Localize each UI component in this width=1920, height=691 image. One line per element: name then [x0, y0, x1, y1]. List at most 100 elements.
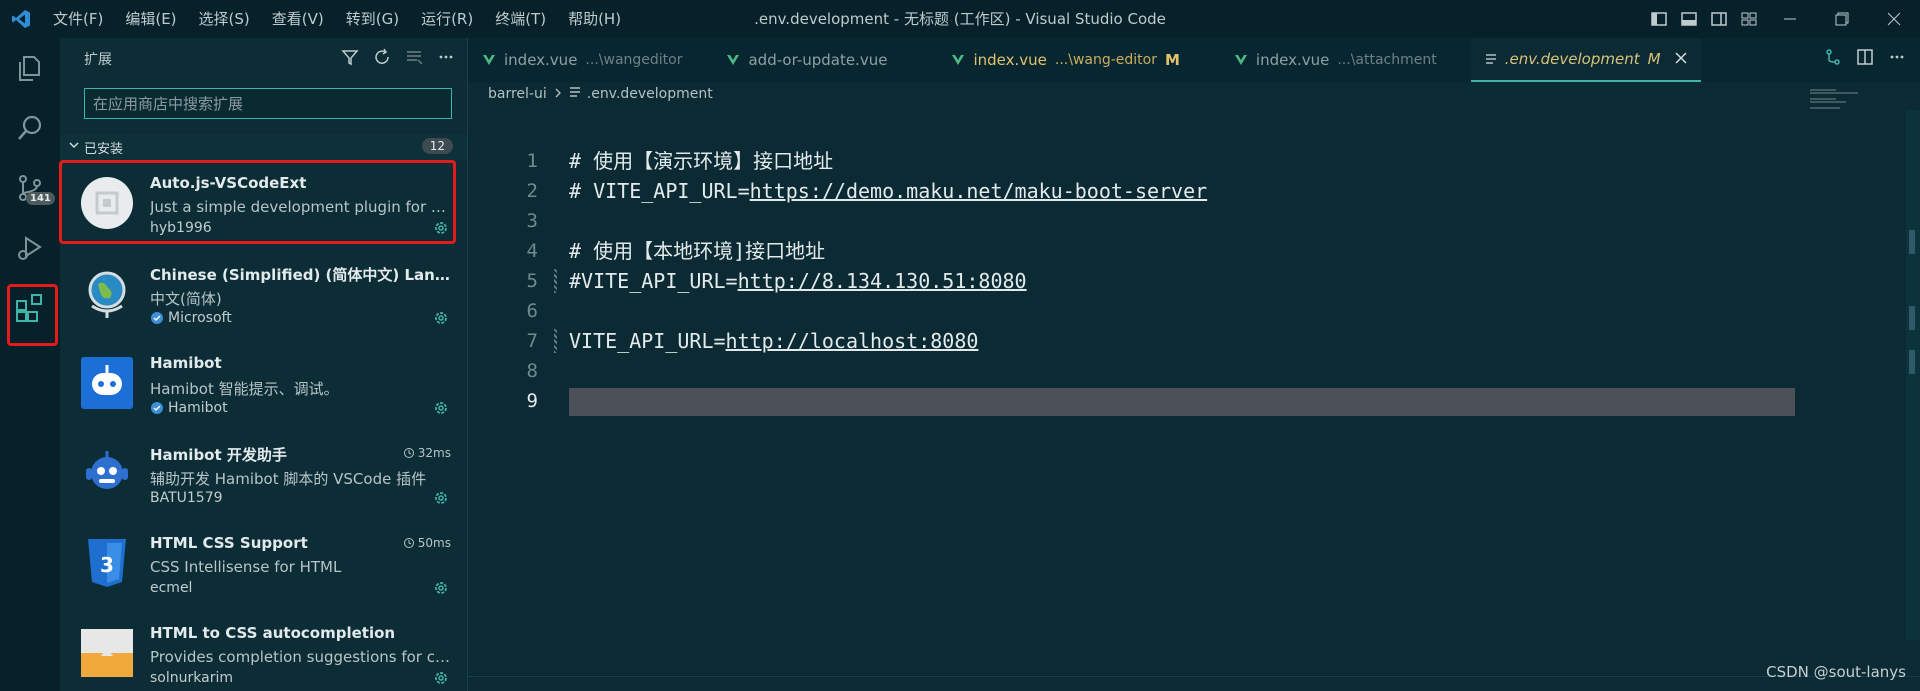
menu-file[interactable]: 文件(F) [42, 0, 114, 38]
breadcrumb-folder[interactable]: barrel-ui [488, 86, 547, 102]
tab-path: ...\wang-editor [1054, 52, 1157, 68]
line-number: 4 [526, 240, 538, 262]
code-line: 6 [468, 296, 1920, 326]
scroll-marker [1909, 306, 1915, 330]
breadcrumb: barrel-ui .env.development [488, 86, 713, 102]
line-text: VITE_API_URL=http://localhost:8080 [569, 326, 978, 356]
extension-item-chinese-language-pack[interactable]: Chinese (Simplified) (简体中文) Langu... 中文(… [60, 252, 467, 342]
url-link[interactable]: http://localhost:8080 [726, 329, 979, 353]
installed-section-header[interactable]: 已安装 12 [60, 134, 467, 160]
title-controls [1644, 0, 1920, 38]
menu-edit[interactable]: 编辑(E) [114, 0, 187, 38]
close-window-icon[interactable] [1868, 0, 1920, 38]
vscode-logo-icon [0, 0, 42, 38]
menu-selection[interactable]: 选择(S) [188, 0, 261, 38]
code-line: 7 VITE_API_URL=http://localhost:8080 [468, 326, 1920, 356]
url-link[interactable]: http://8.134.130.51:8080 [738, 269, 1027, 293]
clear-icon[interactable] [405, 48, 423, 70]
modified-indicator: M [1647, 50, 1661, 68]
tab-index-vue-attachment[interactable]: index.vue ...\attachment [1194, 38, 1451, 82]
search-icon[interactable] [0, 98, 60, 158]
explorer-icon[interactable] [0, 38, 60, 98]
history-icon [403, 538, 414, 548]
url-link[interactable]: https://demo.maku.net/maku-boot-server [750, 179, 1208, 203]
extension-name: Chinese (Simplified) (简体中文) Langu... [150, 266, 450, 284]
code-line: 8 [468, 356, 1920, 386]
minimap[interactable] [1810, 88, 1880, 128]
manage-gear-icon[interactable] [433, 310, 449, 330]
extension-item-hamibot[interactable]: Hamibot Hamibot 智能提示、调试。 Hamibot [60, 342, 467, 432]
scroll-marker [1909, 350, 1915, 374]
menu-view[interactable]: 查看(V) [261, 0, 335, 38]
tab-path: ...\attachment [1337, 52, 1437, 68]
publisher-name: solnurkarim [150, 670, 233, 686]
extension-item-hamibot-dev-helper[interactable]: Hamibot 开发助手 32ms 辅助开发 Hamibot 脚本的 VSCod… [60, 432, 467, 522]
css3-icon: 3 [80, 536, 134, 590]
vue-icon [952, 55, 965, 65]
toggle-panel-icon[interactable] [1674, 0, 1704, 38]
verified-publisher-icon [151, 402, 163, 414]
breadcrumb-file[interactable]: .env.development [587, 86, 713, 102]
menu-run[interactable]: 运行(R) [410, 0, 484, 38]
tab-index-vue-wang-editor[interactable]: index.vue ...\wang-editor M [901, 38, 1193, 82]
menu-terminal[interactable]: 终端(T) [484, 0, 557, 38]
tab-add-or-update-vue[interactable]: add-or-update.vue [696, 38, 901, 82]
refresh-icon[interactable] [373, 48, 391, 70]
manage-gear-icon[interactable] [433, 580, 449, 600]
more-actions-icon[interactable] [437, 48, 455, 70]
extension-publisher: solnurkarim [150, 670, 233, 686]
line-number: 1 [526, 150, 538, 172]
tab-path: ...\wangeditor [585, 52, 683, 68]
line-number: 6 [526, 300, 538, 322]
tab-index-vue-wangeditor[interactable]: index.vue ...\wangeditor [468, 38, 696, 82]
code-line: 1 # 使用【演示环境】接口地址 [468, 146, 1920, 176]
line-text: # 使用【演示环境】接口地址 [569, 146, 833, 176]
tab-label: index.vue [504, 51, 578, 69]
close-tab-icon[interactable] [1675, 50, 1687, 68]
file-lines-icon [569, 86, 581, 102]
line-content: #VITE_API_URL= [569, 269, 738, 293]
chevron-down-icon [68, 139, 80, 155]
toggle-primary-sidebar-icon[interactable] [1644, 0, 1674, 38]
tab-label: .env.development [1504, 50, 1640, 68]
toggle-secondary-sidebar-icon[interactable] [1704, 0, 1734, 38]
minimize-icon[interactable] [1764, 0, 1816, 38]
extension-item-html-css-support[interactable]: 3 HTML CSS Support 50ms CSS Intellisense… [60, 522, 467, 612]
more-editor-actions-icon[interactable] [1888, 48, 1906, 70]
customize-layout-icon[interactable] [1734, 0, 1764, 38]
extension-publisher: BATU1579 [150, 490, 223, 506]
manage-gear-icon[interactable] [433, 670, 449, 690]
menu-help[interactable]: 帮助(H) [557, 0, 632, 38]
tab-env-development[interactable]: .env.development M [1470, 38, 1701, 82]
tab-label: index.vue [1255, 51, 1330, 69]
restore-icon[interactable] [1816, 0, 1868, 38]
svg-text:3: 3 [100, 553, 114, 577]
extension-search-input[interactable] [85, 89, 451, 118]
split-editor-icon[interactable] [1856, 48, 1874, 70]
activity-bar: 141 [0, 38, 60, 691]
menu-bar: 文件(F) 编辑(E) 选择(S) 查看(V) 转到(G) 运行(R) 终端(T… [42, 0, 632, 38]
run-debug-icon[interactable] [0, 218, 60, 278]
line-number: 5 [526, 270, 538, 292]
filter-icon[interactable] [341, 48, 359, 70]
manage-gear-icon[interactable] [433, 490, 449, 510]
vertical-scrollbar[interactable] [1906, 110, 1920, 640]
verified-publisher-icon [151, 312, 163, 324]
extension-item-html-to-css[interactable]: HTML to CSS autocompletion Provides comp… [60, 612, 467, 691]
modified-indicator: M [1164, 51, 1180, 69]
editor-area: index.vue ...\wangeditor add-or-update.v… [468, 38, 1920, 691]
line-text: # 使用【本地环境]接口地址 [569, 236, 825, 266]
menu-goto[interactable]: 转到(G) [335, 0, 410, 38]
activation-time: 32ms [403, 446, 451, 460]
modified-gutter-marker [554, 329, 557, 353]
source-control-icon[interactable]: 141 [0, 158, 60, 218]
line-number: 3 [526, 210, 538, 232]
extension-publisher: ecmel [150, 580, 192, 596]
activation-time-value: 50ms [417, 536, 451, 550]
extension-description: 辅助开发 Hamibot 脚本的 VSCode 插件 [150, 470, 427, 488]
extension-description: CSS Intellisense for HTML [150, 558, 342, 576]
manage-gear-icon[interactable] [433, 400, 449, 420]
activation-time-value: 32ms [417, 446, 451, 460]
extension-publisher: Microsoft [150, 310, 232, 326]
open-changes-icon[interactable] [1824, 48, 1842, 70]
